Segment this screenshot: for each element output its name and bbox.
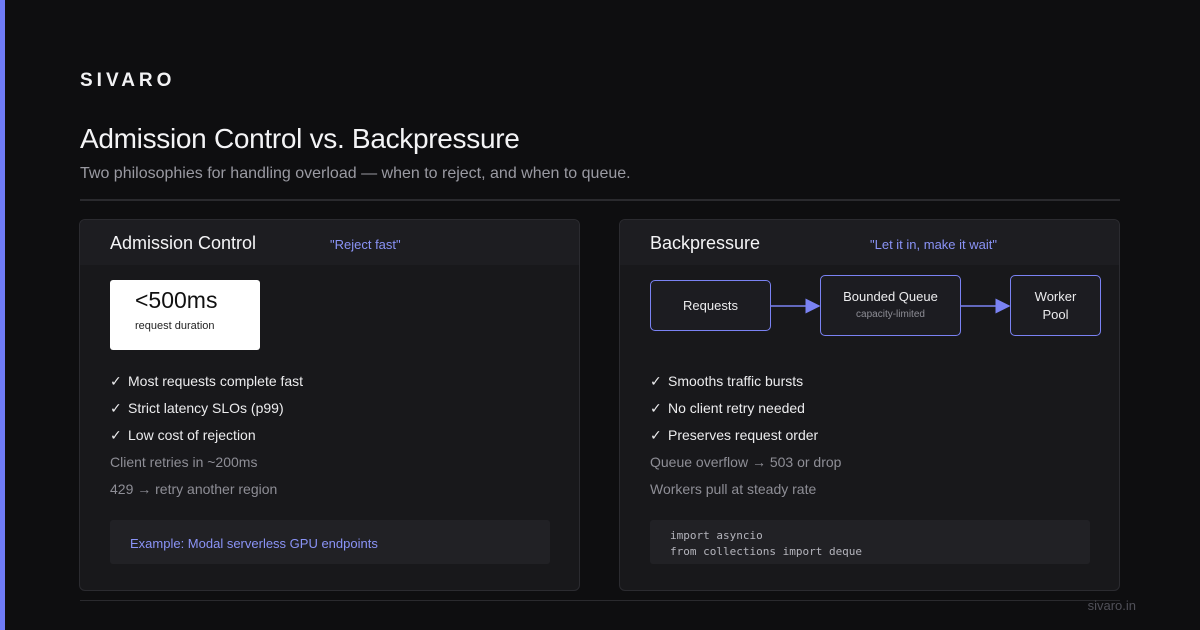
list-item: ✓ Most requests complete fast	[110, 373, 304, 389]
page-subtitle: Two philosophies for handling overload —…	[80, 165, 631, 182]
check-icon: ✓	[110, 427, 122, 443]
admission-control-card: Admission Control "Reject fast" <500ms r…	[79, 219, 580, 591]
node-worker-pool: Worker Pool	[1010, 275, 1101, 336]
list-item: ✓ Low cost of rejection	[110, 427, 256, 443]
node-bounded-queue: Bounded Queue capacity-limited	[820, 275, 961, 336]
code-line: from collections import deque	[670, 545, 863, 558]
divider-bottom	[80, 600, 1120, 601]
check-icon: ✓	[110, 400, 122, 416]
example-box: Example: Modal serverless GPU endpoints	[110, 520, 550, 564]
check-icon: ✓	[650, 400, 662, 416]
code-line: import asyncio	[670, 529, 763, 542]
page-title: Admission Control vs. Backpressure	[80, 123, 520, 154]
list-item: Workers pull at steady rate	[650, 481, 817, 497]
list-item: Client retries in ~200ms	[110, 454, 258, 470]
stat-callout: <500ms request duration	[110, 280, 260, 350]
backpressure-card: Backpressure "Let it in, make it wait" R…	[619, 219, 1120, 591]
node-requests: Requests	[650, 280, 771, 331]
stat-label: request duration	[135, 320, 215, 332]
feature-list: ✓ Most requests complete fast ✓ Strict lat…	[110, 371, 303, 506]
list-item: 429 → retry another region	[110, 481, 278, 497]
card-header: Admission Control "Reject fast"	[80, 220, 579, 265]
check-icon: ✓	[650, 373, 662, 389]
code-snippet: import asyncio from collections import d…	[650, 520, 1090, 564]
card-tagline: "Reject fast"	[330, 237, 401, 252]
list-item: ✓ Strict latency SLOs (p99)	[110, 400, 284, 416]
list-item: ✓ No client retry needed	[650, 400, 805, 416]
card-title: Admission Control	[110, 233, 257, 253]
check-icon: ✓	[110, 373, 122, 389]
accent-bar	[0, 0, 5, 630]
list-item: ✓ Smooths traffic bursts	[650, 373, 804, 389]
check-icon: ✓	[650, 427, 662, 443]
queue-flow-diagram: Requests Bounded Queue capacity-limited …	[620, 220, 1119, 350]
example-text: Example: Modal serverless GPU endpoints	[130, 536, 378, 551]
brand-logo: SIVARO	[80, 70, 176, 91]
stat-value: <500ms	[135, 287, 218, 313]
footer-url: sivaro.in	[1087, 598, 1136, 613]
list-item: Queue overflow → 503 or drop	[650, 454, 842, 470]
feature-list: ✓ Smooths traffic bursts ✓ No client retry…	[650, 371, 841, 506]
list-item: ✓ Preserves request order	[650, 427, 819, 443]
divider-top	[80, 199, 1120, 201]
